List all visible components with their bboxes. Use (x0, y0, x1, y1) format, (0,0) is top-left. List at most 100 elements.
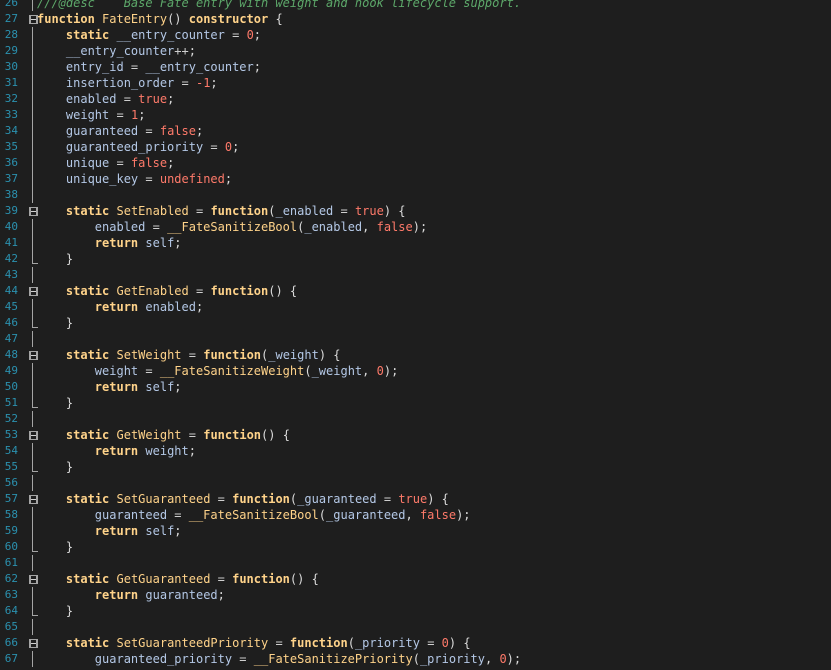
code-token: ; (224, 172, 233, 186)
code-line[interactable]: return enabled; (37, 299, 831, 315)
code-line[interactable]: static GetWeight = function() { (37, 427, 831, 443)
line-number: 36 (4, 156, 18, 169)
code-token: = (109, 108, 131, 122)
code-line[interactable]: guaranteed_priority = __FateSanitizePrio… (37, 651, 831, 667)
minus-box-icon[interactable] (30, 286, 37, 296)
code-line[interactable]: } (37, 395, 831, 411)
code-line[interactable]: return weight; (37, 443, 831, 459)
code-line[interactable]: weight = __FateSanitizeWeight(_weight, 0… (37, 363, 831, 379)
line-number: 60 (4, 540, 18, 553)
code-area[interactable]: ///@desc Base Fate entry with weight and… (37, 0, 831, 667)
code-line[interactable]: weight = 1; (37, 107, 831, 123)
line-number: 52 (4, 412, 18, 425)
code-line[interactable]: static SetGuaranteedPriority = function(… (37, 635, 831, 651)
code-line[interactable] (37, 267, 831, 283)
code-line[interactable]: enabled = true; (37, 91, 831, 107)
code-line[interactable]: static SetEnabled = function(_enabled = … (37, 203, 831, 219)
line-number: 56 (4, 476, 18, 489)
code-line[interactable]: enabled = __FateSanitizeBool(_enabled, f… (37, 219, 831, 235)
code-token: function (37, 12, 95, 26)
line-number: 66 (4, 636, 18, 649)
code-line[interactable]: entry_id = __entry_counter; (37, 59, 831, 75)
gutter-line: 50 (0, 379, 38, 395)
minus-box-icon[interactable] (30, 430, 37, 440)
code-line[interactable]: } (37, 459, 831, 475)
code-line[interactable]: unique_key = undefined; (37, 171, 831, 187)
code-token: __FateSanitizeBool (167, 220, 298, 234)
code-token: false (419, 508, 457, 522)
code-token: FateEntry (102, 12, 168, 26)
code-line[interactable]: guaranteed = __FateSanitizeBool(_guarant… (37, 507, 831, 523)
gutter-line: 40 (0, 219, 38, 235)
code-token: } (65, 604, 74, 618)
code-token: } (65, 460, 74, 474)
gutter-line: 42 (0, 251, 38, 267)
code-token: return (94, 300, 139, 314)
code-line[interactable]: return self; (37, 379, 831, 395)
code-line[interactable]: } (37, 315, 831, 331)
code-line[interactable] (37, 475, 831, 491)
code-token: ++ (174, 44, 189, 58)
code-token: entry_id (65, 60, 124, 74)
code-token: function (232, 492, 290, 506)
code-line[interactable]: return guaranteed; (37, 587, 831, 603)
minus-box-icon[interactable] (30, 206, 37, 216)
code-line[interactable]: static GetEnabled = function() { (37, 283, 831, 299)
code-token: ( (347, 636, 355, 650)
gutter-line: 56 (0, 475, 38, 491)
code-line[interactable] (37, 619, 831, 635)
code-line[interactable]: } (37, 251, 831, 267)
code-line[interactable]: return self; (37, 523, 831, 539)
code-line[interactable]: static SetGuaranteed = function(_guarant… (37, 491, 831, 507)
code-token: static (65, 492, 110, 506)
code-line[interactable]: __entry_counter++; (37, 43, 831, 59)
code-line[interactable] (37, 331, 831, 347)
code-line[interactable]: function FateEntry() constructor { (37, 11, 831, 27)
code-line[interactable] (37, 187, 831, 203)
code-line[interactable] (37, 555, 831, 571)
code-line[interactable]: unique = false; (37, 155, 831, 171)
code-line[interactable]: } (37, 603, 831, 619)
code-line[interactable]: ///@desc Base Fate entry with weight and… (37, 0, 831, 11)
code-line[interactable]: } (37, 539, 831, 555)
code-line[interactable]: static SetWeight = function(_weight) { (37, 347, 831, 363)
code-token: ; (174, 524, 182, 538)
line-number: 41 (4, 236, 18, 249)
gutter-line: 31 (0, 75, 38, 91)
minus-box-icon[interactable] (30, 638, 37, 648)
code-token: self (145, 524, 175, 538)
code-line[interactable]: guaranteed = false; (37, 123, 831, 139)
code-line[interactable] (37, 411, 831, 427)
minus-box-icon[interactable] (30, 14, 37, 24)
gutter-line: 66 (0, 635, 38, 651)
line-number: 32 (4, 92, 18, 105)
line-number: 51 (4, 396, 18, 409)
code-line[interactable]: return self; (37, 235, 831, 251)
code-line[interactable]: insertion_order = -1; (37, 75, 831, 91)
gutter-line: 53 (0, 427, 38, 443)
code-token: = (116, 92, 139, 106)
minus-box-icon[interactable] (30, 574, 37, 584)
minus-box-icon[interactable] (30, 494, 37, 504)
minus-box-icon[interactable] (30, 350, 37, 360)
code-token: } (65, 396, 74, 410)
code-editor[interactable]: 26 27 28 29 30 31 32 33 34 35 36 37 38 39 40 41 42 43 44 45… (0, 0, 831, 670)
code-line[interactable]: static __entry_counter = 0; (37, 27, 831, 43)
code-line[interactable]: guaranteed_priority = 0; (37, 139, 831, 155)
code-token: SetGuaranteedPriority (116, 636, 269, 650)
code-line[interactable]: static GetGuaranteed = function() { (37, 571, 831, 587)
gutter-line: 47 (0, 331, 38, 347)
code-token: __FateSanitizeBool (188, 508, 319, 522)
